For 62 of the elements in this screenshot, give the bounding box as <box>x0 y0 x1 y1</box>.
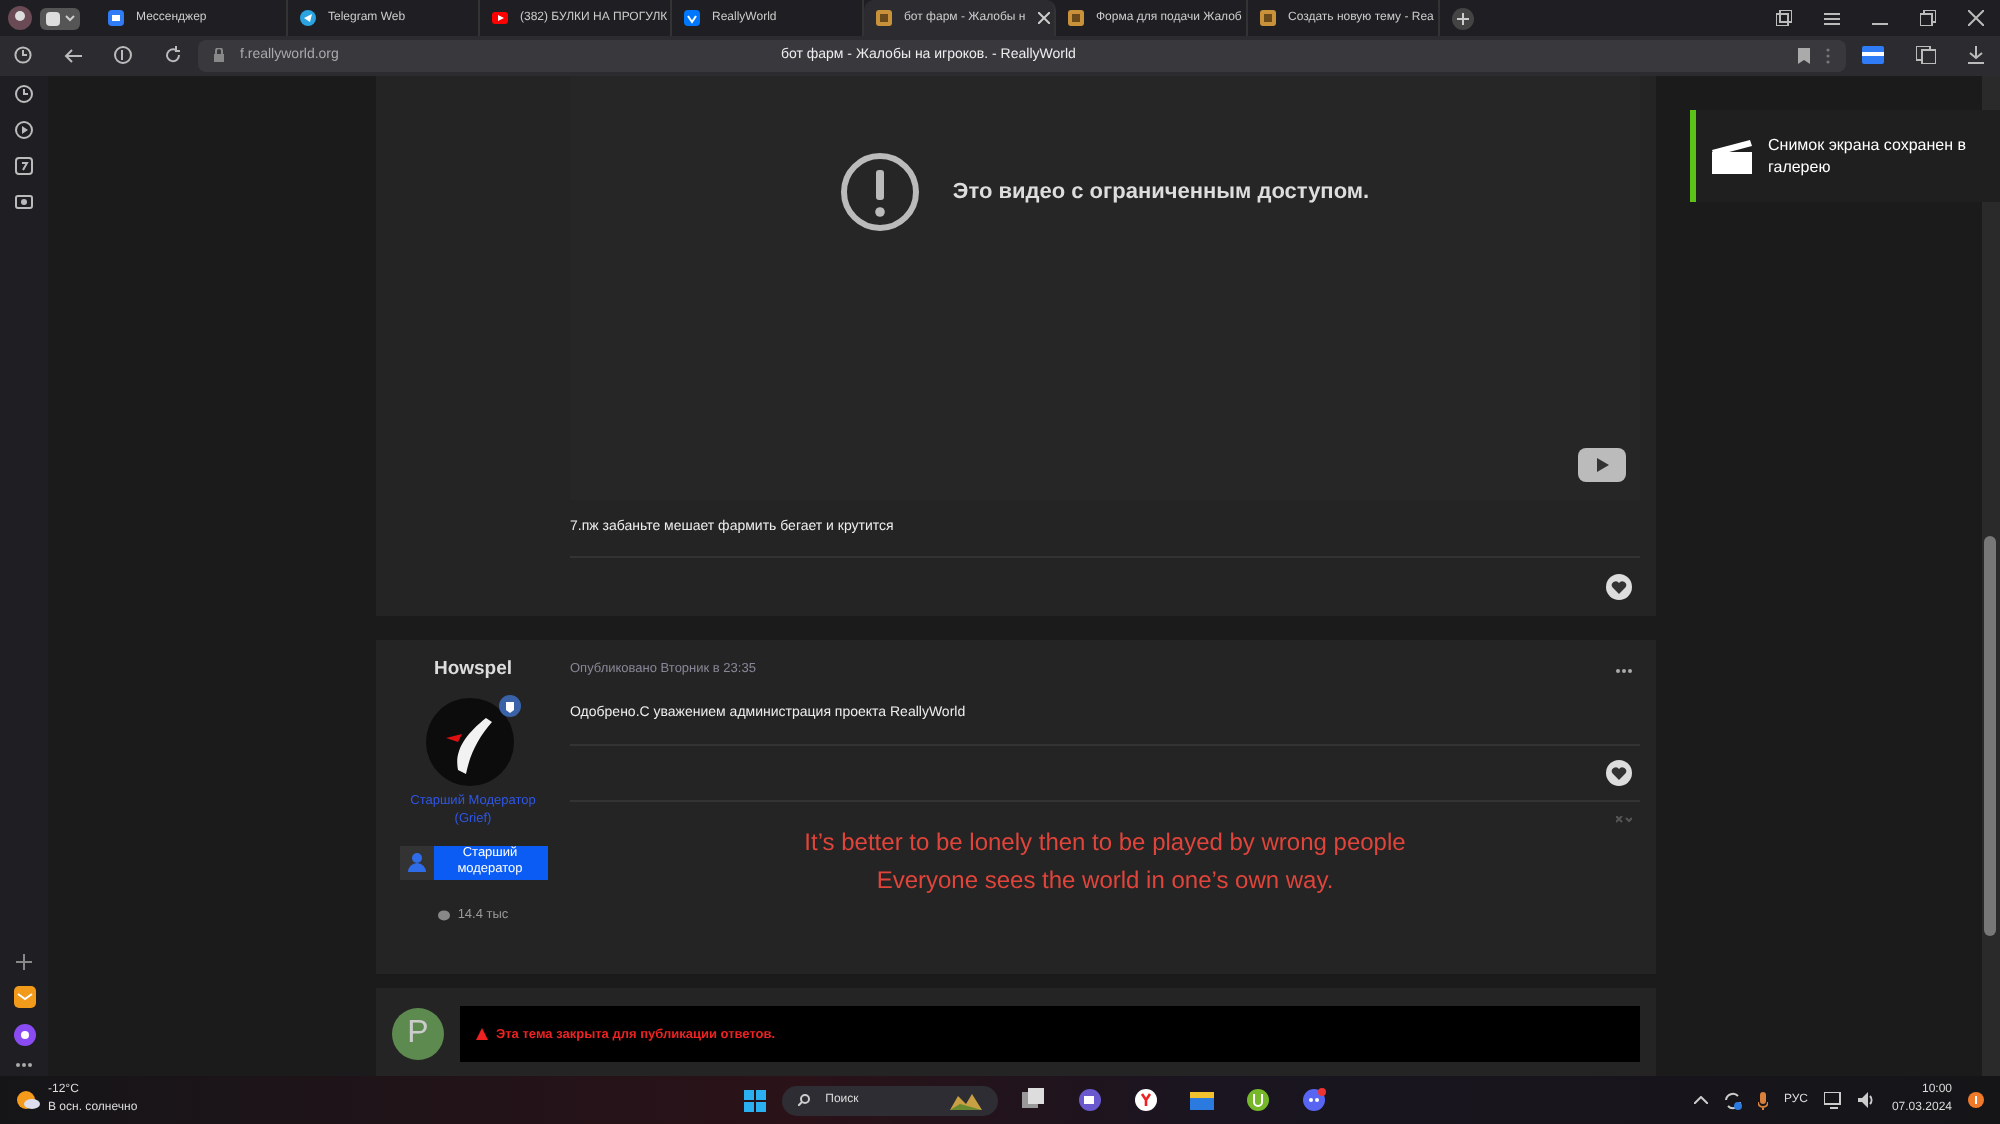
assistant-icon[interactable] <box>13 1024 35 1047</box>
site-icon <box>1068 10 1084 26</box>
scrollbar-thumb[interactable] <box>1984 535 1996 936</box>
site-icon <box>876 10 892 26</box>
tab-groups-icon[interactable] <box>40 7 80 29</box>
profile-avatar-icon[interactable] <box>8 6 32 30</box>
download-icon[interactable] <box>1968 46 1984 65</box>
paper-plane-icon <box>300 10 316 26</box>
calendar-icon[interactable] <box>14 155 34 176</box>
clock-icon[interactable] <box>14 83 34 104</box>
windows-icon[interactable] <box>743 1089 766 1112</box>
play-icon <box>492 10 508 26</box>
chat-icon <box>108 10 124 26</box>
restore-icon[interactable] <box>1920 10 1936 26</box>
more-icon[interactable] <box>16 1062 32 1069</box>
author-name[interactable]: Howspel <box>433 656 513 686</box>
sync-icon[interactable] <box>1723 1091 1742 1110</box>
signature-text: Everyone sees the world in one’s own way. <box>876 863 1334 898</box>
search-icon <box>797 1094 810 1107</box>
gallery-icon[interactable] <box>14 191 34 212</box>
history-icon[interactable] <box>14 46 32 65</box>
torrent-icon[interactable] <box>1245 1088 1270 1113</box>
video-message: Это видео с ограниченным доступом. <box>952 177 1370 208</box>
comment-icon <box>437 909 450 922</box>
warning-icon <box>476 1028 488 1041</box>
close-icon[interactable] <box>1968 10 1984 26</box>
avatar: P <box>392 1008 444 1061</box>
user-icon <box>407 852 425 873</box>
mail-icon[interactable] <box>13 986 35 1009</box>
weather-icon[interactable] <box>16 1090 40 1111</box>
landscape-icon <box>949 1090 982 1111</box>
new-tab-icon[interactable] <box>1452 7 1474 29</box>
video-call-icon[interactable] <box>1077 1088 1102 1113</box>
chat-app-icon[interactable] <box>1301 1088 1326 1113</box>
warning-icon <box>840 151 921 232</box>
browser-icon[interactable] <box>1133 1088 1158 1113</box>
task-view-icon[interactable] <box>1021 1088 1046 1113</box>
more-icon[interactable] <box>1616 667 1632 674</box>
close-icon[interactable] <box>1037 12 1050 24</box>
video-logo-icon[interactable] <box>1578 447 1626 482</box>
monitor-icon[interactable] <box>1823 1091 1842 1110</box>
translate-icon[interactable] <box>1916 46 1936 65</box>
plus-icon[interactable] <box>16 954 32 971</box>
site-icon <box>1260 10 1276 26</box>
notification-badge-icon[interactable] <box>1968 1092 1984 1109</box>
copy-icon[interactable] <box>1776 10 1792 26</box>
back-icon[interactable] <box>64 47 82 64</box>
reload-icon[interactable] <box>164 46 182 65</box>
folder-icon[interactable] <box>1189 1088 1214 1113</box>
clapperboard-icon <box>1712 139 1752 173</box>
notification-text: Снимок экрана сохранен в галерею <box>1768 134 1969 178</box>
bookmark-icon[interactable] <box>1798 47 1810 64</box>
play-icon[interactable] <box>14 119 34 140</box>
microphone-icon[interactable] <box>1757 1091 1768 1110</box>
lock-icon <box>214 48 224 63</box>
card-icon[interactable] <box>1862 46 1884 65</box>
volume-icon[interactable] <box>1857 1092 1876 1109</box>
menu-icon[interactable] <box>1824 11 1840 25</box>
avatar-drawing <box>425 693 521 790</box>
signature-text: It’s better to be lonely then to be played by wrong people <box>804 825 1406 860</box>
chevron-up-icon[interactable] <box>1693 1096 1708 1105</box>
notification[interactable]: Снимок экрана сохранен в галерею <box>1690 110 2000 202</box>
